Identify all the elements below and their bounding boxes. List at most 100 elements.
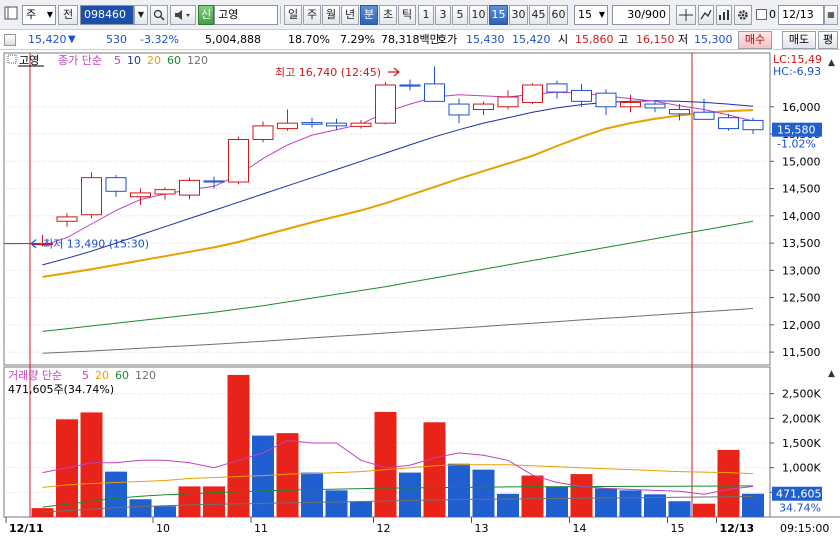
volume-y-tick-label: 1,000K <box>782 462 821 475</box>
candle-body <box>742 119 764 131</box>
volume-bar <box>546 486 568 517</box>
low-label: 저 <box>678 33 689 46</box>
candle-body <box>203 180 225 183</box>
volume-bar <box>521 475 544 517</box>
bid-price: 15,420 <box>512 33 551 46</box>
quote-menu-icon[interactable] <box>4 34 16 46</box>
volume-bar <box>497 493 519 517</box>
volume-bar <box>717 449 740 517</box>
price-change: 530 <box>106 33 127 46</box>
eval-button[interactable]: 평 <box>818 31 838 49</box>
settings-button[interactable] <box>734 5 752 25</box>
x-axis-label: 13 <box>475 522 489 535</box>
candle-body <box>669 109 690 115</box>
chevron-down-icon: ▼ <box>137 10 145 19</box>
interval-select-value: 15 <box>578 8 592 21</box>
price-change-pct: -3.32% <box>140 33 179 46</box>
candle-body <box>448 103 470 116</box>
scroll-up-icon[interactable]: ▲ <box>828 58 835 68</box>
candle-body <box>497 96 519 108</box>
candle-body <box>350 122 372 127</box>
candle-body <box>228 138 249 183</box>
date-input[interactable]: 12/13 <box>778 5 824 25</box>
prev-button[interactable]: 전 <box>58 5 78 25</box>
date-checkbox[interactable] <box>756 9 767 20</box>
volume-bar <box>105 471 127 517</box>
price-legend-label: 종가 단순 <box>58 54 102 67</box>
x-axis-label: 15 <box>671 522 685 535</box>
volume-bar <box>693 503 715 517</box>
price-y-tick-label: 11,500 <box>782 346 821 359</box>
ask-price: 15,430 <box>466 33 505 46</box>
candle-body <box>179 179 200 196</box>
open-label: 시 <box>558 33 569 46</box>
speaker-icon <box>175 10 190 20</box>
price-y-tick-label: 12,500 <box>782 292 821 305</box>
draw-tool-button[interactable] <box>698 5 714 25</box>
current-price: 15,420 <box>28 33 67 46</box>
interval-button[interactable]: 5 <box>452 5 468 25</box>
candle-body <box>546 83 568 93</box>
interval-button[interactable]: 45 <box>529 5 548 25</box>
price-y-tick-label: 16,000 <box>782 101 821 114</box>
stock-code-input[interactable]: 098460 <box>80 5 134 25</box>
toolbar: 주 ▼ 전 098460 ▼ 신 고영 일주월년분초틱 1 3 5 10 15 30 45 6… <box>0 0 840 30</box>
interval-button[interactable]: 60 <box>549 5 568 25</box>
count-input[interactable]: 30/900 <box>612 5 670 25</box>
sell-button[interactable]: 매도 <box>782 31 816 49</box>
period-button[interactable]: 분 <box>360 5 378 25</box>
interval-button[interactable]: 1 <box>418 5 434 25</box>
candle-body <box>595 92 617 108</box>
down-arrow-icon: ▼ <box>68 34 76 45</box>
low-price: 15,300 <box>694 33 733 46</box>
interval-button[interactable]: 3 <box>435 5 451 25</box>
ma-period-label: 10 <box>127 54 141 67</box>
date-picker-button[interactable]: ▦ <box>824 5 838 25</box>
period-button[interactable]: 주 <box>303 5 321 25</box>
volume-bar <box>742 493 764 517</box>
scroll-up-icon[interactable]: ▲ <box>828 369 835 379</box>
price-y-tick-label: 13,500 <box>782 237 821 250</box>
trade-amount: 78,318백만 <box>381 33 440 46</box>
interval-button[interactable]: 15 <box>489 5 508 25</box>
candle-body <box>301 122 323 125</box>
quote-bar: 15,420 ▼ 530 -3.32% 5,004,888 18.70% 7.2… <box>0 30 840 50</box>
interval-button[interactable]: 10 <box>469 5 488 25</box>
window-menu-icon[interactable] <box>4 6 18 20</box>
high-price: 16,150 <box>636 33 675 46</box>
volume-bar <box>619 490 642 517</box>
ma-period-label: 60 <box>167 54 181 67</box>
volume-y-tick-label: 2,000K <box>782 412 821 425</box>
volume-bar <box>178 486 201 517</box>
high-annotation: 최고 16,740 (12:45) <box>275 66 381 79</box>
period-button[interactable]: 월 <box>322 5 340 25</box>
price-volume-chart[interactable]: 16,00015,50015,00014,50014,00013,50013,0… <box>0 51 840 537</box>
chart-area: 16,00015,50015,00014,50014,00013,50013,0… <box>0 51 840 537</box>
buy-button[interactable]: 매수 <box>738 31 772 49</box>
market-select[interactable]: 주 ▼ <box>22 5 56 25</box>
interval-select[interactable]: 15 ▼ <box>574 5 608 25</box>
x-axis-label: 12 <box>377 522 391 535</box>
volume-bar <box>448 463 470 517</box>
market-select-value: 주 <box>26 8 37 21</box>
volume-bar <box>129 499 152 517</box>
volume-bar <box>595 488 617 517</box>
volume-bar <box>325 490 348 517</box>
calendar-icon: ▦ <box>827 10 835 19</box>
chart-type-button[interactable] <box>716 5 732 25</box>
candle-body <box>620 101 641 108</box>
ma-period-label: 120 <box>187 54 208 67</box>
interval-button[interactable]: 30 <box>509 5 528 25</box>
candle-body <box>644 103 666 109</box>
search-button[interactable] <box>150 5 168 25</box>
period-button[interactable]: 일 <box>284 5 302 25</box>
stock-code-dropdown[interactable]: ▼ <box>134 5 148 25</box>
x-axis-label: 12/13 <box>720 522 755 535</box>
crosshair-tool-button[interactable] <box>676 5 696 25</box>
ma-period-label: 20 <box>147 54 161 67</box>
sound-button[interactable] <box>170 5 196 25</box>
x-axis-label: 12/11 <box>9 522 44 535</box>
period-button[interactable]: 년 <box>341 5 359 25</box>
period-button[interactable]: 틱 <box>398 5 416 25</box>
period-button[interactable]: 초 <box>379 5 397 25</box>
